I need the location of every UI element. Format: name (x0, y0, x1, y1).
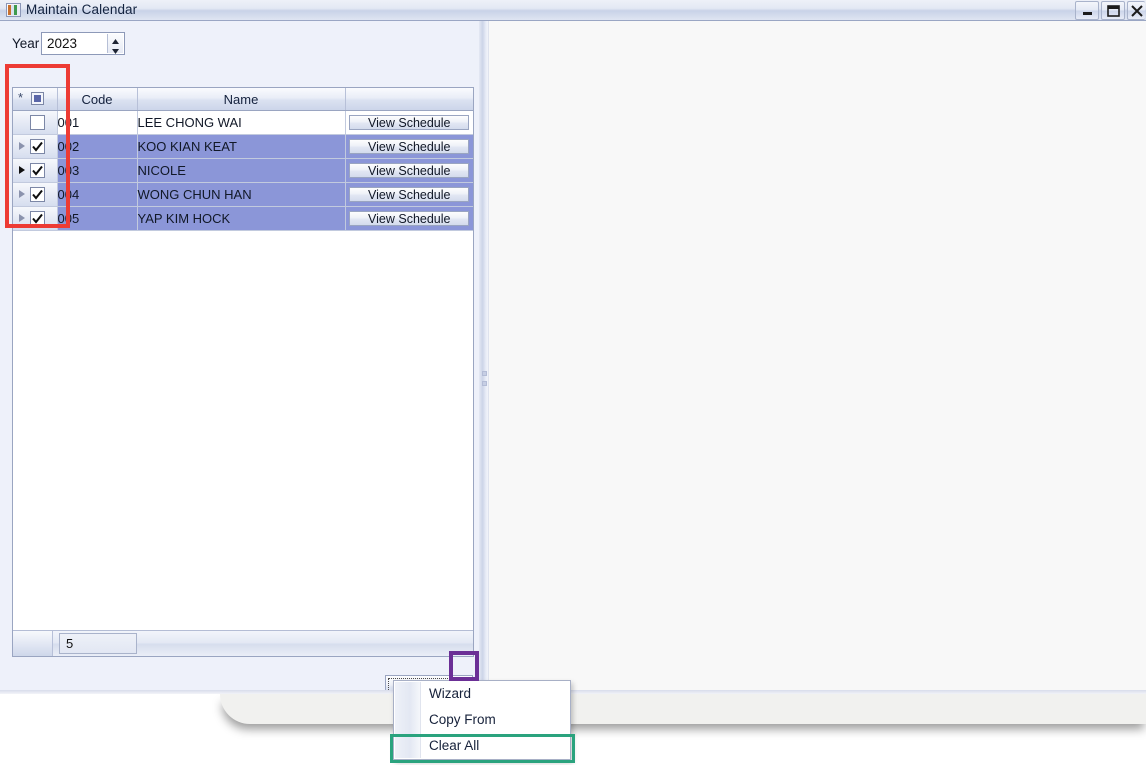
cell-action: View Schedule (345, 134, 473, 159)
column-header-action[interactable] (345, 88, 473, 111)
grid-footer-gutter (13, 631, 53, 656)
cell-name[interactable]: YAP KIM HOCK (137, 206, 346, 231)
splitter-grip (482, 381, 487, 386)
grid-footer: 5 (13, 630, 473, 656)
cell-code[interactable]: 002 (57, 134, 138, 159)
new-row-asterisk-icon: * (18, 90, 24, 105)
maximize-icon (1107, 5, 1120, 17)
row-checkbox[interactable] (30, 211, 45, 226)
row-selector-cell[interactable] (13, 158, 58, 183)
table-row[interactable]: 004 WONG CHUN HAN View Schedule (13, 182, 473, 207)
minimize-icon (1083, 12, 1092, 15)
cell-action: View Schedule (345, 182, 473, 207)
calendar-app-icon (6, 3, 21, 17)
table-row[interactable]: 003 NICOLE View Schedule (13, 158, 473, 183)
schedule-detail-panel (488, 21, 1146, 694)
cell-name[interactable]: LEE CHONG WAI (137, 110, 346, 135)
cell-name[interactable]: WONG CHUN HAN (137, 182, 346, 207)
close-button[interactable] (1127, 1, 1145, 20)
checkmark-icon (32, 165, 43, 176)
view-schedule-button[interactable]: View Schedule (349, 187, 470, 202)
column-header-code[interactable]: Code (57, 88, 138, 111)
cell-code[interactable]: 003 (57, 158, 138, 183)
cell-action: View Schedule (345, 206, 473, 231)
checkmark-icon (32, 213, 43, 224)
maintain-calendar-window: Maintain Calendar Year 2023 * Code Name … (0, 0, 1146, 765)
employee-grid[interactable]: * Code Name 001 LEE CHONG WAI View Schedul… (12, 87, 474, 657)
row-checkbox[interactable] (30, 163, 45, 178)
grid-scroll-area[interactable]: * Code Name 001 LEE CHONG WAI View Schedul… (13, 88, 473, 630)
column-header-select[interactable]: * (13, 88, 58, 111)
year-selector-row: Year (0, 32, 487, 56)
grid-table: * Code Name 001 LEE CHONG WAI View Schedul… (13, 88, 473, 231)
row-selector-cell[interactable] (13, 110, 58, 135)
column-header-name[interactable]: Name (137, 88, 346, 111)
maximize-button[interactable] (1101, 1, 1125, 20)
cell-action: View Schedule (345, 110, 473, 135)
view-schedule-button[interactable]: View Schedule (349, 211, 470, 226)
menu-item-copy-from[interactable]: Copy From (394, 707, 570, 733)
splitter-grip (482, 371, 487, 376)
title-bar: Maintain Calendar (0, 0, 1146, 21)
view-schedule-button[interactable]: View Schedule (349, 115, 470, 130)
cell-action: View Schedule (345, 158, 473, 183)
row-indicator-arrow-icon (19, 190, 25, 198)
wizard-dropdown-menu[interactable]: Wizard Copy From Clear All (393, 680, 571, 760)
window-body: Year 2023 * Code Name 001 LEE CHONG WAI … (0, 21, 1146, 697)
left-panel: Year 2023 * Code Name 001 LEE CHONG WAI … (0, 21, 487, 697)
row-indicator-arrow-icon (19, 142, 25, 150)
menu-item-wizard[interactable]: Wizard (394, 681, 570, 707)
spin-up-button[interactable] (108, 34, 123, 44)
grid-body: 001 LEE CHONG WAI View Schedule 002 KOO KIAN… (13, 110, 473, 231)
year-label: Year (12, 36, 40, 51)
row-checkbox[interactable] (30, 187, 45, 202)
cell-code[interactable]: 001 (57, 110, 138, 135)
window-title: Maintain Calendar (26, 2, 138, 17)
row-selector-cell[interactable] (13, 134, 58, 159)
cell-name[interactable]: NICOLE (137, 158, 346, 183)
grid-header-row: * Code Name (13, 88, 473, 111)
cell-code[interactable]: 004 (57, 182, 138, 207)
view-schedule-button[interactable]: View Schedule (349, 139, 470, 154)
minimize-button[interactable] (1075, 1, 1099, 20)
row-selector-cell[interactable] (13, 182, 58, 207)
row-checkbox[interactable] (30, 115, 45, 130)
year-spin-buttons[interactable] (107, 34, 123, 54)
row-selector-cell[interactable] (13, 206, 58, 231)
checkmark-icon (32, 141, 43, 152)
menu-item-clear-all[interactable]: Clear All (394, 733, 570, 759)
window-bottom-rounded-edge (220, 694, 1146, 724)
year-input[interactable] (47, 36, 99, 51)
cell-code[interactable]: 005 (57, 206, 138, 231)
spin-down-icon (112, 49, 119, 54)
year-spinner[interactable] (41, 32, 125, 55)
close-icon (1131, 5, 1143, 17)
table-row[interactable]: 002 KOO KIAN KEAT View Schedule (13, 134, 473, 159)
record-count-field[interactable]: 5 (59, 633, 137, 654)
checkmark-icon (32, 189, 43, 200)
view-schedule-button[interactable]: View Schedule (349, 163, 470, 178)
row-checkbox[interactable] (30, 139, 45, 154)
table-row[interactable]: 005 YAP KIM HOCK View Schedule (13, 206, 473, 231)
wizard-menu-items: Wizard Copy From Clear All (394, 681, 570, 759)
select-all-checkbox[interactable] (31, 92, 44, 105)
cell-name[interactable]: KOO KIAN KEAT (137, 134, 346, 159)
table-row[interactable]: 001 LEE CHONG WAI View Schedule (13, 110, 473, 135)
spin-down-button[interactable] (108, 44, 123, 54)
row-indicator-arrow-icon (19, 214, 25, 222)
row-indicator-arrow-icon (19, 166, 25, 174)
